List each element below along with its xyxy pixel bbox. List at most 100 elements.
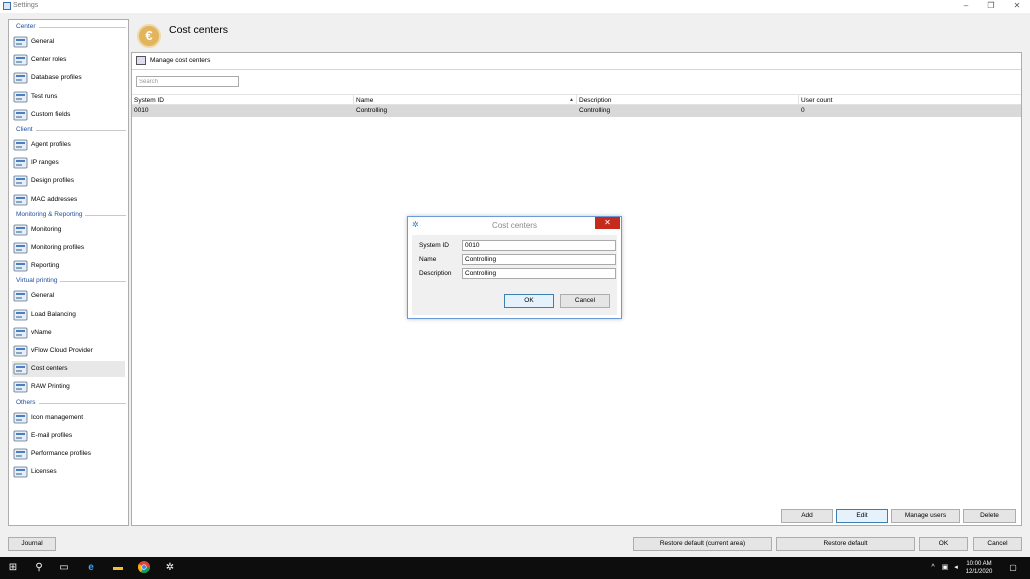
volume-icon[interactable]: ◂ <box>951 561 961 575</box>
sidebar-item[interactable]: Test runs <box>12 89 125 105</box>
sidebar-item[interactable]: vFlow Cloud Provider <box>12 343 125 359</box>
sidebar-item[interactable]: IP ranges <box>12 155 125 171</box>
sidebar-item[interactable]: Database profiles <box>12 70 125 86</box>
sidebar-item-label: MAC addresses <box>31 195 78 203</box>
sidebar-item[interactable]: RAW Printing <box>12 379 125 395</box>
sidebar-item[interactable]: Licenses <box>12 464 125 480</box>
clock-time: 10:00 AM <box>966 561 992 567</box>
sidebar: Center General Center roles Database profil… <box>8 19 129 526</box>
restore-default-current-area-button[interactable]: Restore default (current area) <box>633 537 772 551</box>
search-input[interactable] <box>136 76 239 87</box>
notifications-icon[interactable]: ▢ <box>1006 561 1020 575</box>
column-divider[interactable] <box>576 95 577 105</box>
cell-system-id: 0010 <box>134 107 149 114</box>
task-view-icon[interactable]: ▭ <box>57 561 71 575</box>
edge-browser-icon[interactable]: e <box>84 561 98 575</box>
sidebar-item[interactable]: General <box>12 34 125 50</box>
sidebar-item[interactable]: Reporting <box>12 258 125 274</box>
icon-management-icon <box>13 411 28 425</box>
sidebar-item[interactable]: Monitoring profiles <box>12 240 125 256</box>
sidebar-item[interactable]: General <box>12 288 125 304</box>
panel-title: Manage cost centers <box>150 57 211 64</box>
section-label: Client <box>16 126 36 133</box>
book-icon <box>13 259 28 273</box>
grid-icon <box>13 35 28 49</box>
sidebar-item[interactable]: E-mail profiles <box>12 428 125 444</box>
table-row[interactable]: 0010 Controlling Controlling 0 <box>132 105 1021 117</box>
add-button[interactable]: Add <box>781 509 833 523</box>
dialog-cancel-button[interactable]: Cancel <box>560 294 610 308</box>
start-windows-icon[interactable]: ⊞ <box>6 561 20 575</box>
euro-icon <box>13 362 28 376</box>
sidebar-item[interactable]: vName <box>12 325 125 341</box>
restore-default-button[interactable]: Restore default <box>776 537 915 551</box>
section-label: Others <box>16 398 39 406</box>
name-label: Name <box>419 256 437 263</box>
sidebar-item[interactable]: Center roles <box>12 52 125 68</box>
sidebar-item-label: Performance profiles <box>31 450 91 457</box>
edit-button[interactable]: Edit <box>836 509 888 523</box>
dialog-body: System ID Name Description OK Cancel <box>412 235 617 315</box>
sidebar-item[interactable]: Icon management <box>12 410 125 426</box>
description-field[interactable] <box>462 268 616 279</box>
sidebar-item[interactable]: Cost centers <box>12 361 125 378</box>
sidebar-section-2: Monitoring & Reporting <box>16 210 126 220</box>
system-id-field[interactable] <box>462 240 616 251</box>
column-header-name[interactable]: Name <box>356 97 373 104</box>
ok-button[interactable]: OK <box>919 537 968 551</box>
cost-centers-table: System ID Name ▲ Description User count … <box>132 94 1021 117</box>
column-header-user-count[interactable]: User count <box>801 97 832 104</box>
column-header-description[interactable]: Description <box>579 97 612 104</box>
sidebar-section-0: Center <box>16 23 126 32</box>
delete-button[interactable]: Delete <box>963 509 1016 523</box>
name-field[interactable] <box>462 254 616 265</box>
dialog-ok-button[interactable]: OK <box>504 294 554 308</box>
sidebar-item-label: Database profiles <box>31 74 82 82</box>
users-icon <box>13 53 28 67</box>
journal-button[interactable]: Journal <box>8 537 56 551</box>
sidebar-item-label: General <box>31 292 55 300</box>
sidebar-item[interactable]: Design profiles <box>12 173 125 189</box>
sidebar-item-label: Monitoring <box>31 225 62 233</box>
tray-chevron-icon[interactable]: ^ <box>928 561 938 575</box>
column-header-system-id[interactable]: System ID <box>134 97 164 104</box>
column-divider[interactable] <box>353 95 354 105</box>
sidebar-item[interactable]: MAC addresses <box>12 192 125 208</box>
cancel-button[interactable]: Cancel <box>973 537 1022 551</box>
panel-header: Manage cost centers <box>132 53 1021 70</box>
dialog-close-icon[interactable]: ✕ <box>595 217 620 229</box>
sidebar-item-label: General <box>31 38 55 45</box>
printer-icon <box>13 289 28 303</box>
sidebar-section-1: Client <box>16 126 126 135</box>
sidebar-item-label: Monitoring profiles <box>31 244 85 251</box>
sidebar-item[interactable]: Performance profiles <box>12 446 125 462</box>
sidebar-item-label: Agent profiles <box>31 141 71 148</box>
sidebar-item-label: Center roles <box>31 56 67 64</box>
network-icon[interactable]: ▣ <box>940 561 950 575</box>
sidebar-item[interactable]: Custom fields <box>12 107 125 123</box>
close-window-icon[interactable]: ✕ <box>1012 1 1022 11</box>
manage-users-button[interactable]: Manage users <box>891 509 960 523</box>
taskbar: ⊞ ⚲ ▭ e ▬ ✲ ^ ▣ ◂ 10:00 AM 12/1/2020 ▢ <box>0 557 1030 579</box>
sidebar-item-label: Reporting <box>31 262 60 270</box>
search-icon[interactable]: ⚲ <box>32 561 46 575</box>
column-divider[interactable] <box>798 95 799 105</box>
sidebar-item-label: vName <box>31 328 52 336</box>
chrome-icon[interactable] <box>137 561 151 575</box>
sidebar-item[interactable]: Load Balancing <box>12 307 125 323</box>
sidebar-item-label: Cost centers <box>31 365 68 373</box>
sidebar-item-label: Test runs <box>31 92 58 100</box>
file-explorer-icon[interactable]: ▬ <box>111 561 125 575</box>
restore-icon[interactable]: ❐ <box>986 1 996 11</box>
table-header: System ID Name ▲ Description User count <box>132 94 1021 105</box>
system-clock[interactable]: 10:00 AM 12/1/2020 <box>964 560 994 576</box>
raw-printing-icon <box>13 380 28 394</box>
monitor-icon <box>13 174 28 188</box>
window-title-bar: Settings – ❐ ✕ <box>0 0 1030 13</box>
minimize-icon[interactable]: – <box>961 1 971 11</box>
sidebar-item[interactable]: Agent profiles <box>12 137 125 153</box>
email-profiles-icon <box>13 429 28 443</box>
settings-app-taskbar-icon[interactable]: ✲ <box>163 561 177 575</box>
sidebar-item[interactable]: Monitoring <box>12 222 125 238</box>
dialog-title: Cost centers <box>492 221 537 230</box>
